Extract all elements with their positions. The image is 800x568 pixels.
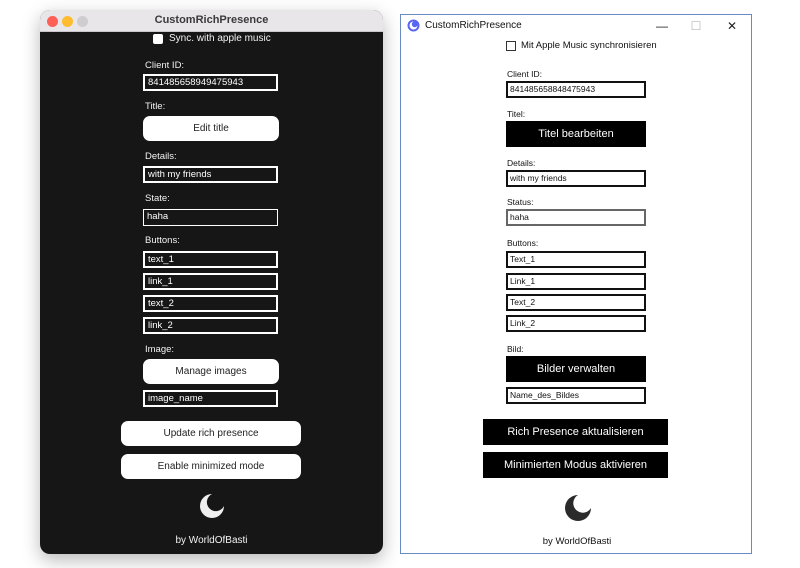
buttons-label: Buttons:: [145, 235, 180, 246]
button-2-text-input[interactable]: text_2: [143, 295, 278, 312]
screenshot-canvas: CustomRichPresence Sync. with apple musi…: [0, 0, 800, 568]
manage-images-button[interactable]: Manage images: [143, 359, 279, 384]
button-1-text-input[interactable]: Text_1: [506, 251, 646, 268]
details-input[interactable]: with my friends: [506, 170, 646, 187]
mac-app-window: CustomRichPresence Sync. with apple musi…: [40, 10, 383, 554]
window-title: CustomRichPresence: [425, 20, 522, 31]
sync-apple-music-label: Mit Apple Music synchronisieren: [521, 40, 657, 51]
mac-title-bar[interactable]: CustomRichPresence: [40, 10, 383, 32]
client-id-input[interactable]: 841485658848475943: [506, 81, 646, 98]
edit-title-button[interactable]: Edit title: [143, 116, 279, 141]
sync-apple-music-label: Sync. with apple music: [169, 33, 271, 44]
moon-icon[interactable]: [563, 493, 593, 523]
close-window-button[interactable]: ✕: [717, 17, 747, 35]
buttons-label: Buttons:: [507, 238, 539, 248]
author-credit: by WorldOfBasti: [175, 535, 248, 546]
manage-images-button[interactable]: Bilder verwalten: [506, 356, 646, 382]
image-name-input[interactable]: image_name: [143, 390, 278, 407]
author-credit: by WorldOfBasti: [542, 536, 612, 547]
state-label: Status:: [507, 197, 534, 207]
details-label: Details:: [145, 151, 177, 162]
sync-apple-music-option[interactable]: Sync. with apple music: [153, 33, 271, 44]
button-2-text-input[interactable]: Text_2: [506, 294, 646, 311]
update-rich-presence-button[interactable]: Rich Presence aktualisieren: [483, 419, 668, 445]
update-rich-presence-button[interactable]: Update rich presence: [121, 421, 301, 446]
app-icon: [407, 19, 420, 32]
client-id-label: Client ID:: [507, 69, 542, 79]
state-input[interactable]: haha: [506, 209, 646, 226]
windows-title-bar[interactable]: CustomRichPresence — ☐ ✕: [401, 15, 751, 37]
client-id-input[interactable]: 841485658949475943: [143, 74, 278, 91]
image-label: Bild:: [507, 344, 524, 354]
windows-app-window: CustomRichPresence — ☐ ✕ Mit Apple Music…: [400, 14, 752, 554]
image-name-input[interactable]: Name_des_Bildes: [506, 387, 646, 404]
edit-title-button[interactable]: Titel bearbeiten: [506, 121, 646, 147]
sync-apple-music-checkbox[interactable]: [506, 40, 516, 51]
button-1-link-input[interactable]: Link_1: [506, 273, 646, 290]
image-label: Image:: [145, 344, 175, 355]
button-1-text-input[interactable]: text_1: [143, 251, 278, 268]
button-2-link-input[interactable]: link_2: [143, 317, 278, 334]
enable-minimized-mode-button[interactable]: Enable minimized mode: [121, 454, 301, 479]
title-label: Title:: [145, 101, 166, 112]
details-label: Details:: [507, 158, 536, 168]
window-title: CustomRichPresence: [154, 14, 269, 26]
title-label: Titel:: [507, 109, 526, 119]
minimize-window-button[interactable]: —: [647, 17, 677, 35]
maximize-window-button[interactable]: ☐: [681, 17, 711, 35]
client-id-label: Client ID:: [145, 60, 185, 71]
state-label: State:: [145, 193, 170, 204]
sync-apple-music-checkbox[interactable]: [153, 33, 163, 44]
enable-minimized-mode-button[interactable]: Minimierten Modus aktivieren: [483, 452, 668, 478]
state-input[interactable]: haha: [143, 209, 278, 226]
details-input[interactable]: with my friends: [143, 166, 278, 183]
sync-apple-music-option[interactable]: Mit Apple Music synchronisieren: [506, 40, 657, 51]
moon-icon[interactable]: [198, 492, 226, 520]
button-2-link-input[interactable]: Link_2: [506, 315, 646, 332]
button-1-link-input[interactable]: link_1: [143, 273, 278, 290]
